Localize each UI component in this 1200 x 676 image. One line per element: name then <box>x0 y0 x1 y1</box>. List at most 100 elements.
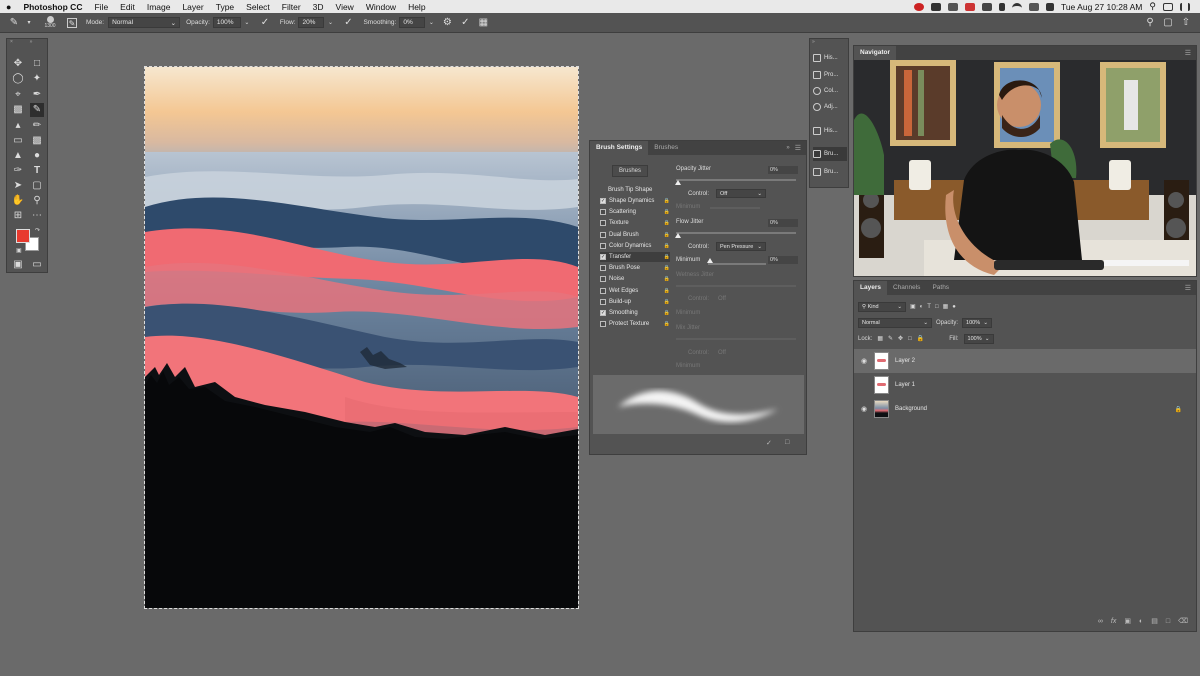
clock[interactable]: Tue Aug 27 10:28 AM <box>1061 2 1142 12</box>
panel-menu-icon[interactable]: ☰ <box>1185 49 1191 57</box>
brush-option-protect-texture[interactable]: Protect Texture 🔒 <box>600 319 670 329</box>
layer-row[interactable]: ◉ Layer 2 <box>854 349 1196 373</box>
blur-tool-icon[interactable]: ▲ <box>11 149 25 163</box>
hand-tool-icon[interactable]: ✋ <box>11 194 25 208</box>
delete-layer-icon[interactable]: ⌫ <box>1178 617 1188 625</box>
gear-icon[interactable]: ⚙ <box>441 17 453 29</box>
minimum1-slider[interactable] <box>710 207 760 209</box>
swap-colors-icon[interactable]: ↷ <box>35 227 40 234</box>
lock-icon[interactable]: 🔒 <box>664 321 670 327</box>
lock-artboard-icon[interactable]: □ <box>908 336 912 342</box>
brush-option-scattering[interactable]: Scattering 🔒 <box>600 207 670 217</box>
status-bluetooth-icon[interactable] <box>998 2 1005 11</box>
checkbox[interactable] <box>600 209 606 216</box>
opacity-jitter-slider[interactable] <box>676 179 796 181</box>
menu-3d[interactable]: 3D <box>307 2 330 12</box>
filter-shape-icon[interactable]: □ <box>935 304 939 310</box>
quick-mask-icon[interactable]: ▣ <box>11 258 25 272</box>
dock-history[interactable]: His... <box>813 51 847 65</box>
notification-center-icon[interactable] <box>1180 2 1190 11</box>
lock-icon[interactable]: 🔒 <box>664 198 670 204</box>
filter-smart-object-icon[interactable]: ▦ <box>943 303 949 310</box>
menu-file[interactable]: File <box>88 2 114 12</box>
layer-style-icon[interactable]: fx <box>1111 618 1116 625</box>
menu-view[interactable]: View <box>330 2 360 12</box>
lock-icon[interactable]: 🔒 <box>664 209 670 215</box>
tab-brush-settings[interactable]: Brush Settings <box>590 141 649 155</box>
eyedropper-tool-icon[interactable]: ✒ <box>30 88 44 102</box>
brush-option-dual-brush[interactable]: Dual Brush 🔒 <box>600 230 670 240</box>
status-volume-icon[interactable] <box>1045 2 1054 11</box>
minimum2-slider[interactable] <box>708 263 766 265</box>
lock-icon[interactable]: 🔒 <box>664 310 670 316</box>
flow-jitter-slider[interactable] <box>676 232 796 234</box>
status-display-icon[interactable] <box>981 2 992 11</box>
status-app-icon[interactable] <box>913 2 924 11</box>
minimum2-slider-thumb[interactable] <box>707 258 713 263</box>
fill-field[interactable]: 100% ⌄ <box>963 333 994 344</box>
chevron-down-icon[interactable]: ⌄ <box>327 17 333 29</box>
spotlight-icon[interactable]: ⚲ <box>1149 1 1156 12</box>
visibility-eye-icon[interactable]: ◉ <box>859 405 869 413</box>
status-wifi-icon[interactable] <box>1011 2 1022 11</box>
control2-select[interactable]: Pen Pressure ⌄ <box>716 242 766 251</box>
more-tools-icon[interactable]: ⋯ <box>30 209 44 223</box>
menu-type[interactable]: Type <box>210 2 240 12</box>
menu-edit[interactable]: Edit <box>114 2 141 12</box>
brush-option-wet-edges[interactable]: Wet Edges 🔒 <box>600 286 670 296</box>
pressure-size-icon[interactable]: ✓ <box>459 17 471 29</box>
link-layers-icon[interactable]: ∞ <box>1098 618 1103 625</box>
menu-help[interactable]: Help <box>402 2 431 12</box>
new-brush-icon[interactable]: □ <box>785 439 789 446</box>
screen-mode-icon[interactable]: ▭ <box>30 258 44 272</box>
flow-field[interactable]: 20% <box>298 17 325 28</box>
history-brush-tool-icon[interactable]: ✏ <box>30 119 44 133</box>
opacity-field[interactable]: 100% <box>212 17 241 28</box>
filter-pixel-icon[interactable]: ▣ <box>910 303 916 310</box>
layer-opacity-field[interactable]: 100% ⌄ <box>962 317 993 328</box>
mode-select[interactable]: Normal ⌄ <box>108 17 181 28</box>
layer-row[interactable]: ◉ Background 🔒 <box>854 397 1196 421</box>
lock-icon[interactable]: 🔒 <box>664 288 670 294</box>
clone-stamp-tool-icon[interactable]: ▴ <box>11 119 25 133</box>
lock-icon[interactable]: 🔒 <box>664 232 670 238</box>
new-layer-icon[interactable]: □ <box>1166 618 1170 625</box>
smoothing-field[interactable]: 0% <box>399 17 426 28</box>
status-airplay-icon[interactable] <box>1028 2 1039 11</box>
lock-icon[interactable]: 🔒 <box>664 276 670 282</box>
dock-brush-settings[interactable]: Bru... <box>813 147 847 161</box>
lock-icon[interactable]: 🔒 <box>664 265 670 271</box>
brush-tool-preset-icon[interactable]: ✎ <box>8 17 20 29</box>
checkbox[interactable] <box>600 231 606 238</box>
airbrush-icon[interactable]: ✓ <box>342 17 354 29</box>
blend-mode-select[interactable]: Normal ⌄ <box>858 317 932 328</box>
layer-name[interactable]: Layer 2 <box>895 358 915 364</box>
brush-tool-icon[interactable]: ✎ <box>30 103 44 117</box>
layer-name[interactable]: Background <box>895 406 927 412</box>
status-cc-icon[interactable] <box>964 2 975 11</box>
collapse-icon[interactable]: » <box>786 145 789 151</box>
checkbox[interactable] <box>600 287 606 294</box>
panel-menu-icon[interactable]: ☰ <box>1185 284 1191 292</box>
path-selection-tool-icon[interactable]: ➤ <box>11 179 25 193</box>
checkbox[interactable] <box>600 298 606 305</box>
checkbox[interactable] <box>600 242 606 249</box>
brush-option-color-dynamics[interactable]: Color Dynamics 🔒 <box>600 241 670 251</box>
brush-option-brush-pose[interactable]: Brush Pose 🔒 <box>600 263 670 273</box>
tab-navigator[interactable]: Navigator <box>854 46 896 60</box>
add-mask-icon[interactable]: ▣ <box>1124 617 1131 625</box>
chevron-down-icon[interactable]: ⌄ <box>244 17 250 29</box>
tab-layers[interactable]: Layers <box>854 281 887 295</box>
control-strip-icon[interactable] <box>1163 2 1173 11</box>
tab-paths[interactable]: Paths <box>926 281 955 295</box>
opacity-jitter-slider-thumb[interactable] <box>675 180 681 185</box>
menu-filter[interactable]: Filter <box>276 2 307 12</box>
brush-option-smoothing[interactable]: ✓ Smoothing 🔒 <box>600 308 670 318</box>
layer-name[interactable]: Layer 1 <box>895 382 915 388</box>
preset-dropdown-icon[interactable]: ▾ <box>26 17 32 29</box>
pressure-opacity-icon[interactable]: ✓ <box>259 17 271 29</box>
healing-brush-tool-icon[interactable]: ▩ <box>11 103 25 117</box>
layer-lock-icon[interactable]: 🔒 <box>1175 406 1182 413</box>
brush-settings-toggle-icon[interactable]: ✎ <box>67 17 77 28</box>
dodge-tool-icon[interactable]: ● <box>30 149 44 163</box>
